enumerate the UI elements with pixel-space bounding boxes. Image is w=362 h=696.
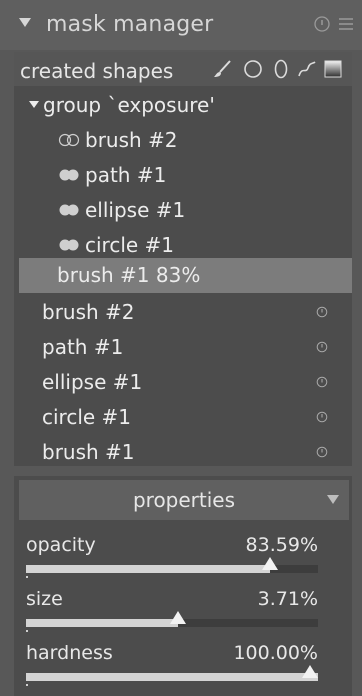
shapes-list: created shapes group `exposure' brush #2… <box>14 52 352 466</box>
group-label: group `exposure' <box>43 93 215 117</box>
shape-usage-icon <box>316 341 328 353</box>
group-shape-label: ellipse #1 <box>85 198 186 222</box>
selected-shape-row[interactable]: brush #1 83% <box>19 258 352 293</box>
presets-icon[interactable] <box>337 15 355 33</box>
slider-default-dot <box>26 630 28 632</box>
slider-label: size <box>26 588 63 610</box>
properties-title: properties <box>132 488 236 512</box>
slider-fill <box>26 673 318 681</box>
properties-section: properties opacity 83.59% size 3.71% har… <box>14 476 352 696</box>
shape-usage-icon <box>316 411 328 423</box>
slider-default-dot <box>26 576 28 578</box>
slider-handle[interactable] <box>170 611 186 624</box>
group-expand-arrow-icon[interactable] <box>29 101 39 108</box>
group-shape-label: brush #2 <box>85 128 178 152</box>
mask-manager-header[interactable]: mask manager <box>0 0 362 50</box>
mask-manager-panel: mask manager created shapes group `expos… <box>0 0 362 696</box>
ellipse-icon[interactable] <box>270 58 292 80</box>
slider-fill <box>26 619 178 627</box>
collapse-arrow-icon[interactable] <box>19 18 31 27</box>
group-shape-row[interactable]: path #1 <box>19 158 352 193</box>
slider-handle[interactable] <box>302 665 318 678</box>
slider-track[interactable] <box>26 665 318 681</box>
shape-row[interactable]: brush #1 <box>19 435 352 470</box>
blend-mode-icon[interactable] <box>57 238 83 252</box>
shape-usage-icon <box>316 376 328 388</box>
group-row-exposure[interactable]: group `exposure' <box>19 88 352 123</box>
group-shape-label: path #1 <box>85 163 167 187</box>
created-shapes-label: created shapes <box>20 59 174 83</box>
blend-mode-icon[interactable] <box>57 133 83 147</box>
blend-mode-icon[interactable] <box>57 168 83 182</box>
slider-default-dot <box>26 684 28 686</box>
size-slider[interactable]: size 3.71% <box>26 588 318 640</box>
selected-shape-label: brush #1 83% <box>57 263 201 287</box>
slider-label: hardness <box>26 642 113 664</box>
brush-icon[interactable] <box>212 58 234 80</box>
slider-track[interactable] <box>26 557 318 573</box>
group-shape-row[interactable]: brush #2 <box>19 123 352 158</box>
shape-label: brush #2 <box>42 300 135 324</box>
shapes-toolbar: created shapes <box>14 52 352 86</box>
shape-label: ellipse #1 <box>42 370 143 394</box>
slider-value: 100.00% <box>233 642 318 664</box>
opacity-slider[interactable]: opacity 83.59% <box>26 534 318 586</box>
reset-icon[interactable] <box>313 15 331 33</box>
blend-mode-icon[interactable] <box>57 203 83 217</box>
shape-usage-icon <box>316 306 328 318</box>
group-shape-row[interactable]: ellipse #1 <box>19 193 352 228</box>
gradient-icon[interactable] <box>322 58 344 80</box>
shape-label: brush #1 <box>42 440 135 464</box>
hardness-slider[interactable]: hardness 100.00% <box>26 642 318 694</box>
shape-label: circle #1 <box>42 405 132 429</box>
properties-collapse-icon[interactable] <box>327 495 339 504</box>
shape-row[interactable]: brush #2 <box>19 295 352 330</box>
slider-value: 83.59% <box>245 534 318 556</box>
panel-title: mask manager <box>46 12 214 37</box>
shape-row[interactable]: circle #1 <box>19 400 352 435</box>
slider-track[interactable] <box>26 611 318 627</box>
shape-row[interactable]: path #1 <box>19 330 352 365</box>
properties-header[interactable]: properties <box>19 480 349 520</box>
shape-usage-icon <box>316 446 328 458</box>
shape-label: path #1 <box>42 335 124 359</box>
circle-icon[interactable] <box>242 58 264 80</box>
slider-label: opacity <box>26 534 96 556</box>
slider-value: 3.71% <box>257 588 318 610</box>
group-shape-label: circle #1 <box>85 233 175 257</box>
slider-handle[interactable] <box>262 557 278 570</box>
slider-fill <box>26 565 270 573</box>
path-icon[interactable] <box>296 58 318 80</box>
shape-row[interactable]: ellipse #1 <box>19 365 352 400</box>
